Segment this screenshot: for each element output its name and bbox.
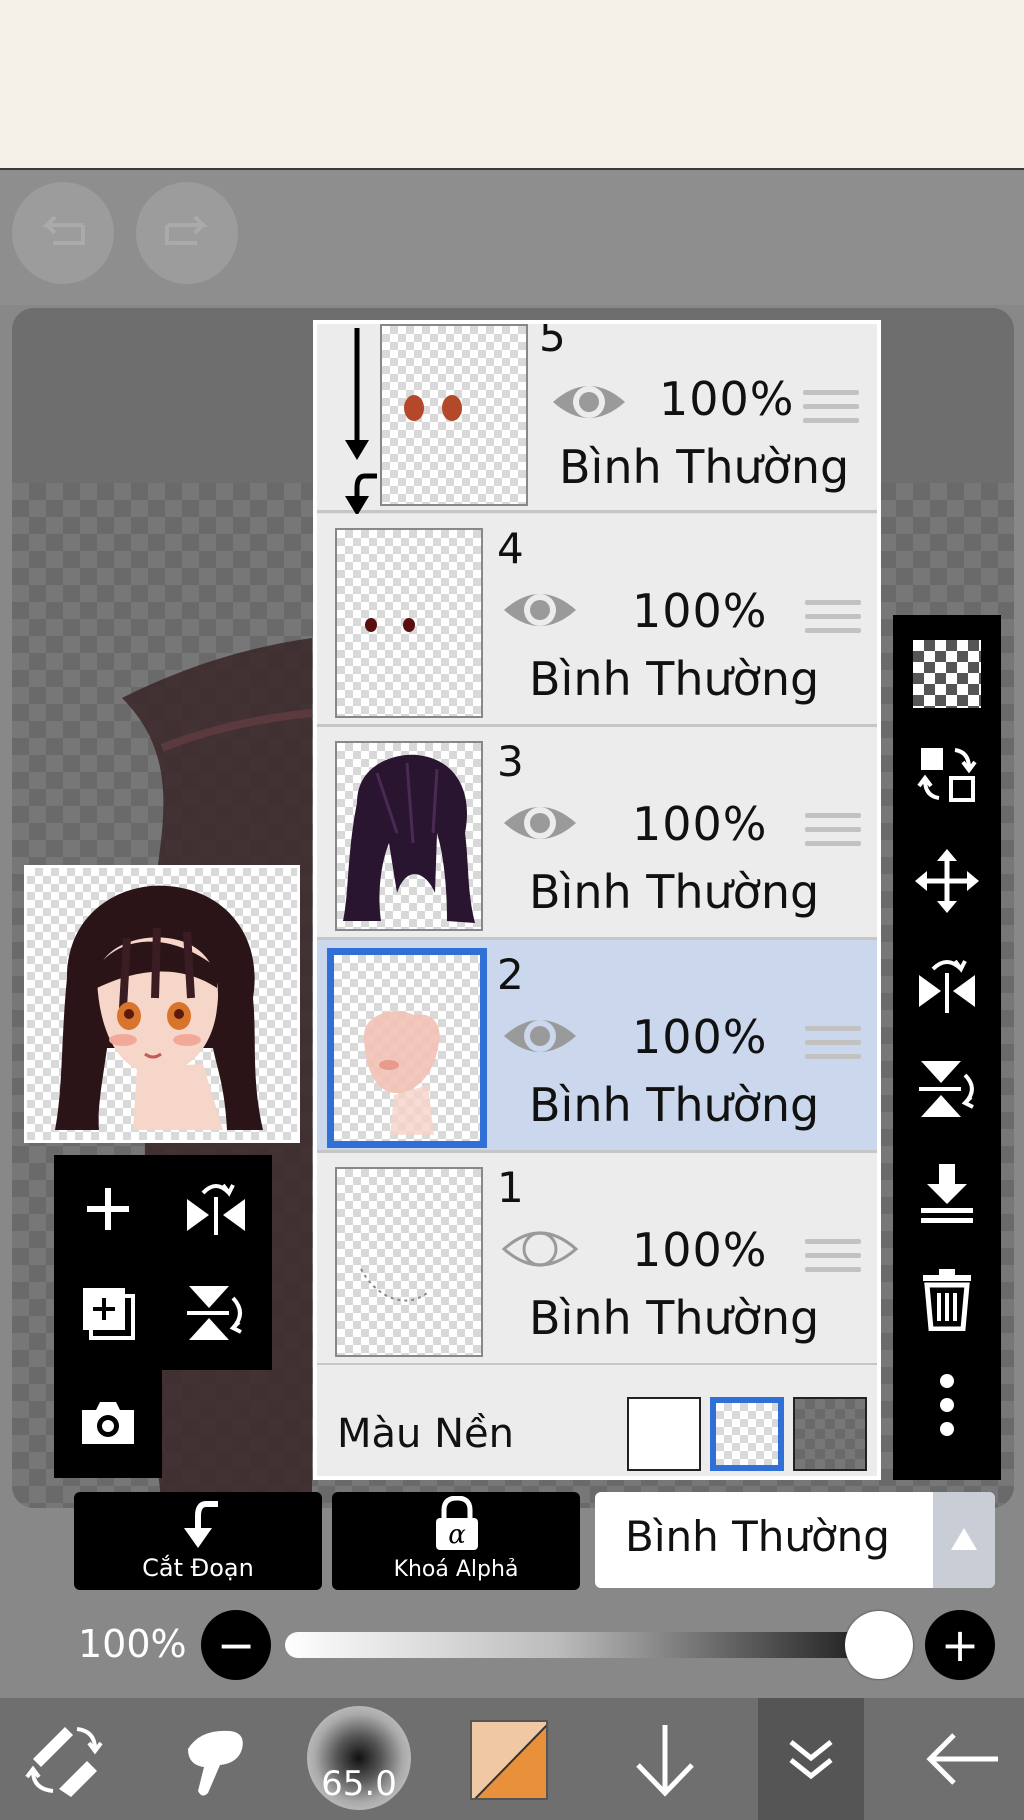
layer-blend-mode: Bình Thường	[529, 1078, 820, 1132]
opacity-slider-knob[interactable]	[845, 1611, 913, 1679]
redo-button[interactable]	[136, 182, 238, 284]
layer-opacity: 100%	[632, 797, 768, 851]
drag-handle-icon[interactable]	[805, 813, 861, 849]
layer-quick-tools	[54, 1155, 272, 1478]
drag-handle-icon[interactable]	[805, 1026, 861, 1062]
opacity-control: 100% − +	[0, 1600, 1024, 1690]
flip-vertical-icon[interactable]	[913, 1055, 981, 1123]
layer-row-selected[interactable]: 2 100% Bình Thường	[317, 940, 877, 1153]
double-chevron-down-icon	[789, 1740, 833, 1780]
layer-row[interactable]: 5 100% Bình Thường	[317, 320, 877, 516]
merge-down-icon[interactable]	[913, 1160, 981, 1228]
eye-icon[interactable]	[502, 1010, 578, 1062]
eye-hidden-icon[interactable]	[502, 1223, 578, 1275]
clipping-arrow-icon	[345, 328, 377, 516]
layer-thumbnail	[335, 1167, 483, 1357]
back-arrow-icon[interactable]	[912, 1698, 1012, 1820]
background-white-swatch[interactable]	[627, 1397, 701, 1471]
layer-number: 5	[539, 320, 566, 361]
layer-row[interactable]: 1 100% Bình Thường	[317, 1153, 877, 1366]
layer-tools-strip	[893, 615, 1001, 1480]
drag-handle-icon[interactable]	[805, 1239, 861, 1275]
background-transparent-swatch[interactable]	[710, 1397, 784, 1471]
flip-horizontal-icon[interactable]	[913, 953, 981, 1021]
alpha-lock-button[interactable]: α Khoá Alphả	[332, 1492, 580, 1590]
eye-icon[interactable]	[502, 797, 578, 849]
layer-number: 3	[497, 737, 524, 786]
layer-thumbnail	[380, 324, 528, 506]
bottom-toolbar: 65.0	[0, 1698, 1024, 1820]
layer-down-icon[interactable]	[620, 1698, 710, 1820]
add-layer-icon[interactable]	[68, 1169, 148, 1249]
eye-icon[interactable]	[551, 376, 627, 428]
svg-text:α: α	[448, 1520, 466, 1550]
opacity-value: 100%	[78, 1622, 187, 1666]
clipping-button[interactable]: Cắt Đoạn	[74, 1492, 322, 1590]
brush-size-button[interactable]: 65.0	[307, 1706, 411, 1810]
layer-thumbnail	[335, 741, 483, 931]
brush-size-value: 65.0	[321, 1764, 397, 1804]
dropdown-arrow-icon[interactable]	[933, 1492, 995, 1588]
layer-thumbnail	[335, 528, 483, 718]
top-bar	[0, 0, 1024, 170]
brush-eraser-toggle-icon[interactable]	[20, 1698, 110, 1820]
more-options-icon[interactable]	[913, 1371, 981, 1439]
flip-layer-vertical-icon[interactable]	[176, 1273, 256, 1353]
preview-artwork	[55, 885, 263, 1130]
smudge-finger-icon[interactable]	[170, 1698, 260, 1820]
alpha-lock-label: Khoá Alphả	[393, 1557, 519, 1582]
layer-thumbnail	[327, 948, 487, 1148]
clipping-arrow-icon	[184, 1501, 218, 1548]
layer-blend-mode: Bình Thường	[529, 652, 820, 706]
layer-row[interactable]: 3 100% Bình Thường	[317, 727, 877, 940]
layer-number: 2	[497, 950, 524, 999]
undo-icon	[42, 215, 85, 245]
blend-mode-value: Bình Thường	[625, 1512, 890, 1561]
move-icon[interactable]	[913, 847, 981, 915]
flip-layer-horizontal-icon[interactable]	[176, 1169, 256, 1249]
eye-icon[interactable]	[502, 584, 578, 636]
blend-mode-select[interactable]: Bình Thường	[595, 1492, 995, 1588]
layer-number: 4	[497, 524, 524, 573]
trash-icon[interactable]	[913, 1265, 981, 1333]
canvas-preview[interactable]	[24, 865, 300, 1143]
layer-number: 1	[497, 1163, 524, 1212]
duplicate-layer-icon[interactable]	[68, 1273, 148, 1353]
background-dark-checker-swatch[interactable]	[793, 1397, 867, 1471]
background-color-row: Màu Nền	[317, 1365, 877, 1476]
opacity-decrease-button[interactable]: −	[201, 1610, 271, 1680]
background-color-label: Màu Nền	[337, 1411, 514, 1457]
camera-icon[interactable]	[68, 1383, 148, 1463]
layer-opacity: 100%	[632, 1010, 768, 1064]
layer-blend-mode: Bình Thường	[559, 440, 850, 494]
layers-panel: 5 100% Bình Thường 4 100% Bình Thường 3 …	[313, 320, 881, 1480]
drag-handle-icon[interactable]	[803, 390, 859, 426]
layer-opacity: 100%	[659, 372, 795, 426]
opacity-slider[interactable]	[285, 1632, 893, 1658]
opacity-increase-button[interactable]: +	[925, 1610, 995, 1680]
swap-layer-icon[interactable]	[913, 740, 981, 808]
drag-handle-icon[interactable]	[805, 600, 861, 636]
layer-blend-mode: Bình Thường	[529, 1291, 820, 1345]
color-picker-button[interactable]	[470, 1720, 548, 1800]
lock-icon: α	[436, 1496, 478, 1550]
undo-button[interactable]	[12, 182, 114, 284]
transparency-icon[interactable]	[913, 640, 981, 708]
layer-blend-mode: Bình Thường	[529, 865, 820, 919]
layer-opacity: 100%	[632, 1223, 768, 1277]
layers-toggle-button[interactable]	[758, 1698, 864, 1820]
clipping-label: Cắt Đoạn	[142, 1554, 254, 1582]
redo-icon	[165, 215, 208, 245]
layer-opacity: 100%	[632, 584, 768, 638]
layer-row[interactable]: 4 100% Bình Thường	[317, 514, 877, 727]
